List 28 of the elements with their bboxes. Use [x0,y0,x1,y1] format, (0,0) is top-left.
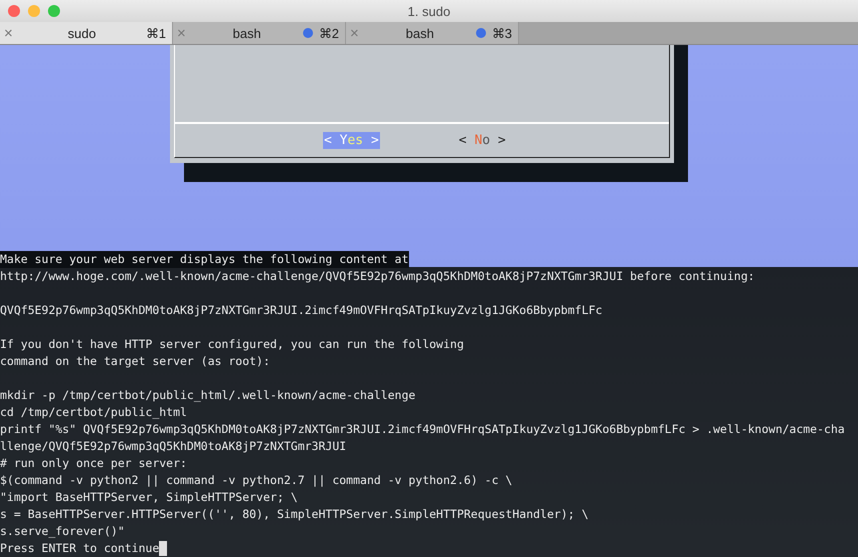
tab-shortcut: ⌘1 [146,26,166,40]
terminal-line: command on the target server (as root): [0,353,270,370]
tab-title: bash [232,26,262,40]
tab-title: bash [404,26,435,40]
window-title: 1. sudo [408,4,450,18]
terminal-line: llenge/QVQf5E92p76wmp3qQ5KhDM0toAK8jP7zNXTGmr3RJUI [0,438,346,455]
terminal-line: QVQf5E92p76wmp3qQ5KhDM0toAK8jP7zNXTGmr3RJUI.2imcf49mOVFHrqSATpIkuyZvzlg1JGKo6BbypbmfLFc [0,302,602,319]
terminal-line: printf "%s" QVQf5E92p76wmp3qQ5KhDM0toAK8jP7zNXTGmr3RJUI.2imcf49mOVFHrqSATpIkuyZvzlg1JGKo6BbypbmfLFc > .well-known/acme-cha [0,421,845,438]
close-window-button[interactable] [8,5,20,17]
zoom-window-button[interactable] [48,5,60,17]
terminal-line: Press ENTER to continue [0,540,160,557]
terminal-tab[interactable]: × bash ⌘2 [173,22,346,44]
dialog-button[interactable]: < No > [458,132,507,149]
terminal-line: $(command -v python2 || command -v python2.7 || command -v python2.6) -c \ [0,472,512,489]
terminal-line: # run only once per server: [0,455,187,472]
terminal-line: s.serve_forever()" [0,523,125,540]
terminal-line: http://www.hoge.com/.well-known/acme-challenge/QVQf5E92p76wmp3qQ5KhDM0toAK8jP7zNXTGmr3RJUI before continuing: [0,268,755,285]
terminal-line: "import BaseHTTPServer, SimpleHTTPServer; \ [0,489,298,506]
tab-title: sudo [66,26,97,40]
terminal-tab[interactable]: × sudo ⌘1 [0,22,173,44]
tab-shortcut: ⌘3 [492,26,512,40]
terminal-line: cd /tmp/certbot/public_html [0,404,187,421]
terminal-line: If you don't have HTTP server configured, you can run the following [0,336,464,353]
terminal-line: mkdir -p /tmp/certbot/public_html/.well-known/acme-challenge [0,387,416,404]
minimize-window-button[interactable] [28,5,40,17]
terminal-tab[interactable]: × bash ⌘3 [346,22,519,44]
tab-shortcut: ⌘2 [318,26,339,40]
terminal-line: s = BaseHTTPServer.HTTPServer(('', 80), SimpleHTTPServer.SimpleHTTPRequestHandler); \ [0,506,589,523]
